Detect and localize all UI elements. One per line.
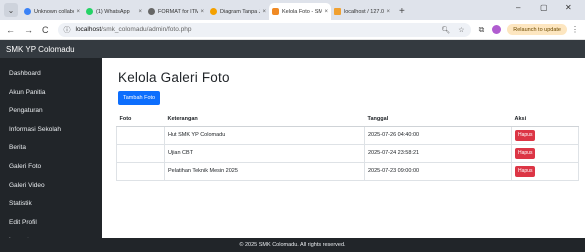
- table-row: Hut SMK YP Colomadu 2025-07-26 04:40:00 …: [116, 126, 579, 145]
- cell-keterangan: Pelatihan Teknik Mesin 2025: [164, 162, 365, 181]
- delete-button[interactable]: Hapus: [515, 165, 536, 177]
- cell-aksi: Hapus: [511, 126, 579, 145]
- sidebar-item-edit-profil[interactable]: Edit Profil: [0, 214, 102, 233]
- tab-favicon-icon: [272, 8, 279, 15]
- photo-thumbnail-cell: [116, 162, 165, 181]
- top-navbar: SMK YP Colomadu: [0, 40, 585, 58]
- browser-tabstrip: ⌄ Unknown collabo × (1) WhatsApp × FORMA…: [0, 0, 585, 20]
- close-window-icon[interactable]: ✕: [565, 3, 572, 12]
- main-content: Kelola Galeri Foto Tambah Foto Foto Kete…: [102, 58, 585, 238]
- address-bar-row: ← → C ⓘ localhost /smk_colomadu/admin/fo…: [0, 20, 585, 40]
- profile-avatar-icon[interactable]: [492, 25, 502, 34]
- maximize-icon[interactable]: ▢: [540, 3, 548, 12]
- sidebar-item-galeri-foto[interactable]: Galeri Foto: [0, 158, 102, 177]
- browser-tab[interactable]: FORMAT for ITM ×: [145, 3, 207, 20]
- cell-aksi: Hapus: [511, 144, 579, 163]
- tab-close-icon[interactable]: ×: [386, 9, 390, 15]
- tab-label: FORMAT for ITM: [158, 8, 199, 15]
- tab-label: localhost / 127.0.: [344, 8, 385, 15]
- cell-keterangan: Hut SMK YP Colomadu: [164, 126, 365, 145]
- column-header-foto: Foto: [116, 113, 165, 127]
- column-header-keterangan: Keterangan: [164, 113, 365, 127]
- sidebar: Dashboard Akun Panitia Pengaturan Inform…: [0, 58, 102, 244]
- photo-thumbnail-cell: [116, 126, 165, 145]
- minimize-icon[interactable]: –: [516, 3, 520, 12]
- tab-label: (1) WhatsApp: [96, 8, 130, 15]
- sidebar-item-akun-panitia[interactable]: Akun Panitia: [0, 84, 102, 103]
- sidebar-item-statistik[interactable]: Statistik: [0, 195, 102, 214]
- tab-close-icon[interactable]: ×: [200, 9, 204, 15]
- back-icon[interactable]: ←: [6, 25, 15, 35]
- tab-favicon-icon: [334, 8, 341, 15]
- photo-thumbnail-cell: [116, 144, 165, 163]
- url-host: localhost: [75, 26, 102, 33]
- brand-title[interactable]: SMK YP Colomadu: [6, 45, 75, 54]
- admin-app: SMK YP Colomadu Dashboard Akun Panitia P…: [0, 40, 585, 252]
- cell-tanggal: 2025-07-24 23:58:21: [364, 144, 512, 163]
- forward-icon[interactable]: →: [24, 25, 33, 35]
- photo-table: Foto Keterangan Tanggal Aksi Hut SMK YP …: [116, 113, 579, 181]
- sidebar-item-informasi-sekolah[interactable]: Informasi Sekolah: [0, 121, 102, 140]
- cell-tanggal: 2025-07-23 09:00:00: [364, 162, 512, 181]
- cell-aksi: Hapus: [511, 162, 579, 181]
- new-tab-button[interactable]: +: [399, 6, 405, 17]
- delete-button[interactable]: Hapus: [515, 147, 536, 159]
- delete-button[interactable]: Hapus: [515, 129, 536, 141]
- zoom-icon[interactable]: 🔍︎: [441, 26, 450, 34]
- tab-close-icon[interactable]: ×: [262, 9, 266, 15]
- browser-tab[interactable]: localhost / 127.0. ×: [331, 3, 393, 20]
- url-path: /smk_colomadu/admin/foto.php: [101, 26, 192, 33]
- reload-icon[interactable]: C: [42, 25, 49, 35]
- tab-search-menu-icon[interactable]: ⌄: [4, 3, 18, 17]
- browser-menu-icon[interactable]: ⋮: [571, 25, 579, 34]
- extensions-icon[interactable]: ⧉: [479, 25, 485, 35]
- url-input[interactable]: ⓘ localhost /smk_colomadu/admin/foto.php…: [57, 22, 471, 37]
- tab-close-icon[interactable]: ×: [76, 9, 80, 15]
- table-header-row: Foto Keterangan Tanggal Aksi: [116, 113, 579, 127]
- tab-close-icon[interactable]: ×: [138, 9, 142, 15]
- browser-tab-active[interactable]: Kelola Foto - SMK ×: [269, 3, 331, 20]
- tab-favicon-icon: [148, 8, 155, 15]
- cell-keterangan: Ujian CBT: [164, 144, 365, 163]
- add-photo-button[interactable]: Tambah Foto: [118, 91, 161, 105]
- tab-favicon-icon: [86, 8, 93, 15]
- tab-favicon-icon: [210, 8, 217, 15]
- page-title: Kelola Galeri Foto: [118, 70, 230, 85]
- column-header-aksi: Aksi: [511, 113, 579, 127]
- footer: © 2025 SMK Colomadu. All rights reserved…: [0, 238, 585, 252]
- browser-tab[interactable]: (1) WhatsApp ×: [83, 3, 145, 20]
- browser-tab[interactable]: Unknown collabo ×: [21, 3, 83, 20]
- relaunch-button[interactable]: Relaunch to update: [507, 24, 567, 35]
- browser-tab[interactable]: Diagram Tanpa Ju ×: [207, 3, 269, 20]
- tab-label: Diagram Tanpa Ju: [220, 8, 261, 15]
- sidebar-item-galeri-video[interactable]: Galeri Video: [0, 177, 102, 196]
- sidebar-item-pengaturan[interactable]: Pengaturan: [0, 102, 102, 121]
- site-info-icon[interactable]: ⓘ: [64, 25, 71, 35]
- sidebar-item-berita[interactable]: Berita: [0, 139, 102, 158]
- table-row: Pelatihan Teknik Mesin 2025 2025-07-23 0…: [116, 162, 579, 181]
- cell-tanggal: 2025-07-26 04:40:00: [364, 126, 512, 145]
- column-header-tanggal: Tanggal: [364, 113, 512, 127]
- tab-favicon-icon: [24, 8, 31, 15]
- bookmark-star-icon[interactable]: ☆: [458, 26, 464, 34]
- sidebar-item-dashboard[interactable]: Dashboard: [0, 65, 102, 84]
- tab-label: Unknown collabo: [34, 8, 75, 15]
- tab-label: Kelola Foto - SMK: [282, 8, 323, 15]
- tab-close-icon[interactable]: ×: [324, 9, 328, 15]
- table-row: Ujian CBT 2025-07-24 23:58:21 Hapus: [116, 144, 579, 163]
